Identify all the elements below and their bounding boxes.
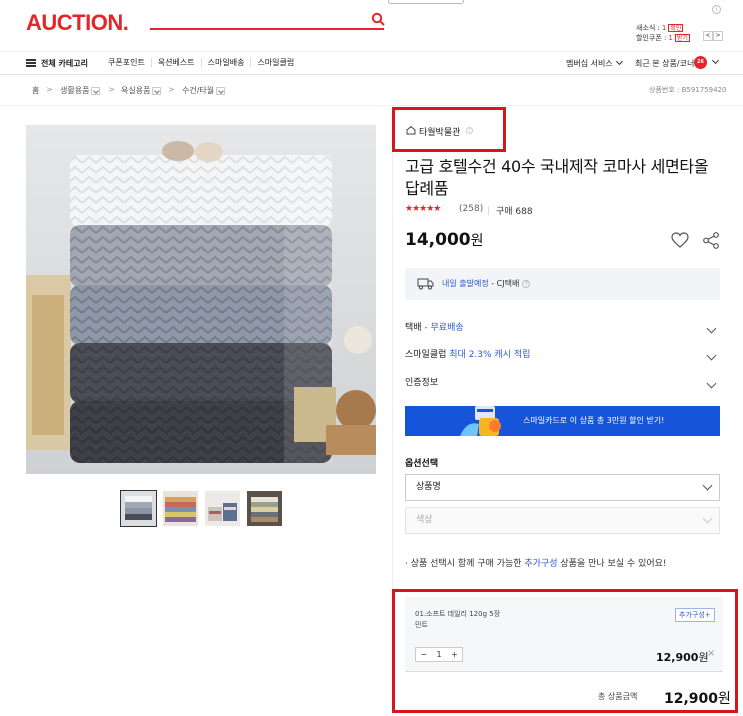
chevron-down-icon (615, 57, 623, 66)
next-arrow-icon[interactable]: > (713, 31, 723, 41)
shipping-carrier: - CJ택배 (488, 279, 520, 288)
product-main-image[interactable] (26, 125, 376, 474)
shipping-day: 내일 출발예정 (442, 279, 489, 288)
chevron-down-icon[interactable] (216, 86, 226, 95)
rating-stars: ★★★★★ (405, 204, 441, 214)
addon-notice: · 상품 선택시 함께 구매 가능한 추가구성 상품을 만나 보실 수 있어요! (405, 556, 667, 569)
coupon-get-button[interactable]: 받기 (674, 34, 690, 42)
product-title: 고급 호텔수건 40수 국내제작 코마사 세면타올 답례품 (405, 157, 709, 198)
chevron-down-icon (706, 350, 717, 361)
news-label: 새소식 : (636, 24, 660, 32)
order-summary-highlight-box (392, 589, 738, 713)
breadcrumb-separator: > (108, 85, 115, 94)
breadcrumb-separator: > (168, 85, 175, 94)
rating-stars-text: ★★★★★ (405, 204, 441, 214)
info-icon[interactable]: i (712, 5, 721, 14)
top-banner-tab[interactable] (388, 0, 464, 4)
chevron-down-icon (711, 56, 720, 65)
breadcrumb-item-label: 생활용품 (60, 86, 90, 95)
all-categories-button[interactable]: 전체 카테고리 (41, 58, 88, 69)
product-price: 14,000원 (405, 230, 484, 250)
help-icon[interactable]: ? (522, 279, 531, 288)
divider (488, 206, 489, 215)
thumbnail-list (120, 490, 282, 527)
smile-club-row[interactable]: 스마일클럽 최대 2.3% 캐시 적립 (405, 347, 720, 374)
membership-menu[interactable]: 멤버십 서비스 (566, 57, 623, 69)
recent-count-badge: 26 (694, 56, 707, 69)
option-section-title: 옵션선택 (405, 459, 439, 469)
news-pager: < > (703, 31, 723, 41)
product-name-select-value: 상품명 (416, 482, 441, 492)
coupon-row: 할인쿠폰 : 1 받기 (636, 33, 690, 43)
product-number: 상품번호 : B591759420 (649, 86, 727, 94)
smile-club-value: 최대 2.3% 캐시 적립 (446, 350, 531, 360)
addon-link[interactable]: 추가구성 (524, 559, 557, 569)
truck-icon (417, 278, 434, 290)
delivery-label: 택배 (405, 323, 422, 333)
prev-arrow-icon[interactable]: < (703, 31, 713, 41)
notice-prefix: 상품 선택시 함께 구매 가능한 (410, 559, 525, 569)
color-select[interactable]: 색상 (405, 507, 720, 534)
chevron-down-icon[interactable] (91, 86, 101, 95)
chevron-down-icon[interactable] (152, 86, 162, 95)
thumbnail-2[interactable] (163, 491, 198, 526)
store-info-icon[interactable]: ? (466, 127, 473, 134)
nav-link-coupon-point[interactable]: 쿠폰포인트 (108, 58, 152, 67)
smile-card-promo-banner[interactable]: 스마일카드로 이 상품 총 3만원 할인 받기! (405, 406, 720, 436)
nav-link-smile-club[interactable]: 스마일클럽 (251, 58, 300, 67)
heart-icon[interactable] (671, 232, 689, 248)
promo-text: 스마일카드로 이 상품 총 3만원 할인 받기! (523, 416, 665, 425)
nav-link-smile-delivery[interactable]: 스마일배송 (202, 58, 252, 67)
product-name-select[interactable]: 상품명 (405, 474, 720, 501)
thumbnail-3[interactable] (205, 491, 240, 526)
breadcrumb-item-3[interactable]: 수건/타월 (182, 85, 226, 96)
hamburger-icon[interactable] (26, 59, 36, 67)
search-icon[interactable] (371, 12, 385, 26)
news-row: 새소식 : 1 확인 (636, 23, 684, 33)
color-select-value: 색상 (416, 515, 433, 525)
store-home-icon (406, 125, 416, 135)
news-confirm-button[interactable]: 확인 (668, 24, 684, 32)
towel-stack-illustration (26, 125, 376, 474)
smile-club-label: 스마일클럽 (405, 350, 447, 360)
price-value: 14,000 (405, 230, 471, 250)
auction-logo[interactable]: AUCTION. (26, 10, 129, 36)
recent-chevron[interactable] (709, 56, 720, 67)
certification-label: 인증정보 (405, 378, 439, 388)
breadcrumb-item-label: 욕실용품 (121, 86, 151, 95)
review-count-link[interactable]: (258) (459, 204, 483, 214)
coupon-label: 할인쿠폰 : (636, 34, 667, 42)
thumbnail-4[interactable] (247, 491, 282, 526)
store-name-link[interactable]: 타월박물관 (419, 125, 460, 138)
shipping-text: 내일 출발예정 - CJ택배? (442, 278, 531, 289)
recent-viewed-label: 최근 본 상품/코너 (635, 59, 695, 68)
nav-links: 쿠폰포인트 옥션베스트 스마일배송 스마일클럽 (108, 58, 300, 67)
shipping-info-box: 내일 출발예정 - CJ택배? (405, 268, 720, 300)
chevron-down-icon (706, 378, 717, 389)
notice-suffix: 상품을 만나 보실 수 있어요! (557, 559, 667, 569)
price-currency: 원 (470, 233, 484, 249)
breadcrumb-home[interactable]: 홈 (32, 85, 39, 96)
breadcrumb-item-label: 수건/타월 (182, 86, 215, 95)
breadcrumb-item-2[interactable]: 욕실용품 (121, 85, 162, 96)
membership-label: 멤버십 서비스 (566, 59, 613, 68)
share-icon[interactable] (703, 232, 719, 249)
breadcrumb: 홈 > 생활용품 > 욕실용품 > 수건/타월 상품번호 : B59175942… (0, 76, 743, 106)
coupon-count: 1 (668, 34, 673, 42)
chevron-down-icon (706, 323, 717, 334)
delivery-value: - 무료배송 (421, 323, 464, 333)
breadcrumb-separator: > (46, 85, 53, 94)
chevron-down-icon (702, 480, 713, 491)
purchase-count: 구매 688 (496, 207, 533, 217)
recent-viewed-menu[interactable]: 최근 본 상품/코너 (635, 58, 694, 69)
nav-link-auction-best[interactable]: 옥션베스트 (152, 58, 202, 67)
main-nav: 전체 카테고리 쿠폰포인트 옥션베스트 스마일배송 스마일클럽 멤버십 서비스 … (0, 51, 743, 75)
certification-row[interactable]: 인증정보 (405, 375, 720, 402)
thumbnail-1[interactable] (120, 490, 157, 527)
search-input[interactable] (150, 28, 384, 30)
chevron-down-icon (702, 513, 713, 524)
breadcrumb-item-1[interactable]: 생활용품 (60, 85, 101, 96)
news-count: 1 (661, 24, 667, 32)
delivery-fee-row[interactable]: 택배 - 무료배송 (405, 320, 720, 347)
